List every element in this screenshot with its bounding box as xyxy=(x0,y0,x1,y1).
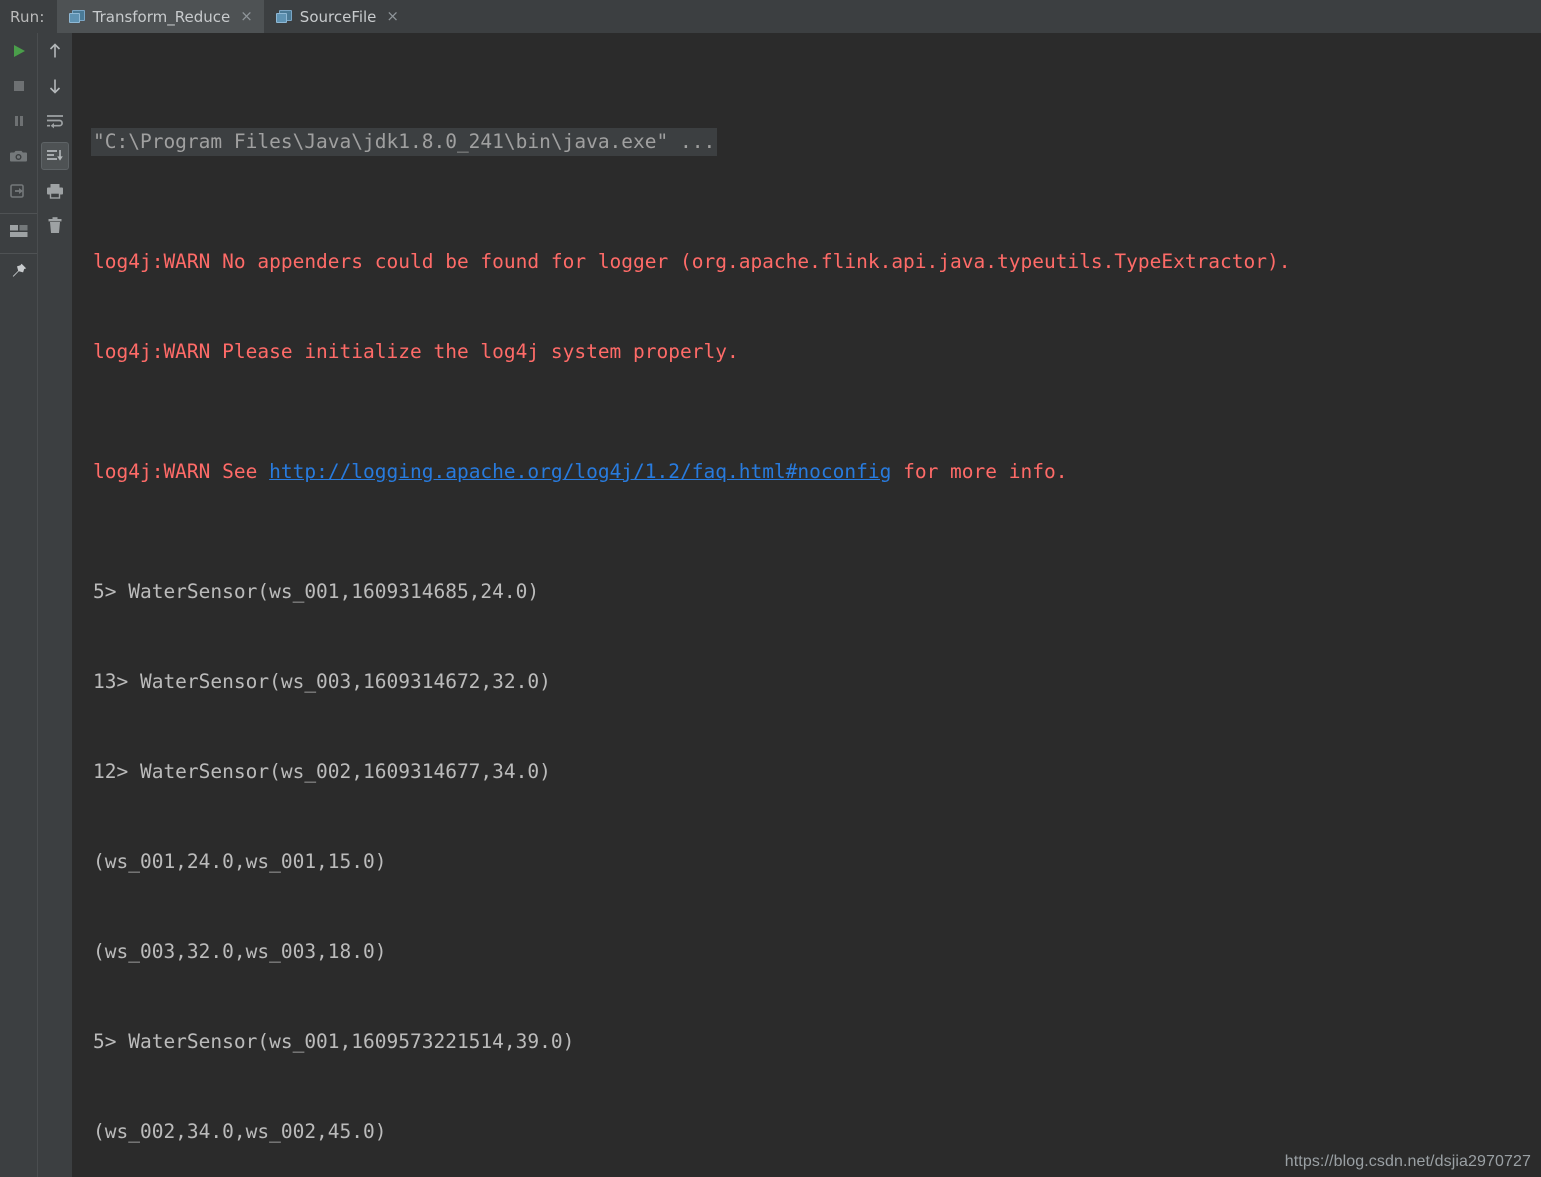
pin-tab-button[interactable] xyxy=(0,253,37,288)
close-icon[interactable]: × xyxy=(386,9,399,24)
run-tool-window-tabbar: Run: Transform_Reduce × SourceFile × xyxy=(0,0,1541,33)
console-line-output: (ws_002,34.0,ws_002,45.0) xyxy=(93,1120,387,1143)
watermark: https://blog.csdn.net/dsjia2970727 xyxy=(1284,1153,1531,1170)
printer-icon xyxy=(41,177,69,205)
scroll-to-end-button[interactable] xyxy=(38,138,72,173)
stop-icon xyxy=(5,72,33,100)
tab-label: SourceFile xyxy=(299,7,377,26)
arrow-down-icon xyxy=(41,72,69,100)
log4j-faq-link[interactable]: http://logging.apache.org/log4j/1.2/faq.… xyxy=(269,460,891,483)
clear-all-button[interactable] xyxy=(38,208,72,243)
layout-settings-button[interactable] xyxy=(0,213,37,248)
scroll-to-end-icon xyxy=(41,141,69,170)
console-actions-toolbar-right xyxy=(37,33,72,1177)
run-configuration-icon xyxy=(275,9,292,24)
up-the-stack-trace-button[interactable] xyxy=(38,33,72,68)
arrow-up-icon xyxy=(41,37,69,65)
dump-threads-button[interactable] xyxy=(0,138,37,173)
warning-prefix: log4j:WARN See xyxy=(93,460,270,483)
soft-wrap-icon xyxy=(41,107,69,135)
layout-icon xyxy=(5,217,33,245)
warning-suffix: for more info. xyxy=(891,460,1068,483)
console-line-output: 13> WaterSensor(ws_003,1609314672,32.0) xyxy=(93,670,551,693)
console-line-output: 12> WaterSensor(ws_002,1609314677,34.0) xyxy=(93,760,551,783)
stop-button[interactable] xyxy=(0,68,37,103)
tab-sourcefile[interactable]: SourceFile × xyxy=(264,0,410,33)
pause-button[interactable] xyxy=(0,103,37,138)
camera-icon xyxy=(5,142,33,170)
console-line-output: (ws_001,24.0,ws_001,15.0) xyxy=(93,850,387,873)
console-line-output: (ws_003,32.0,ws_003,18.0) xyxy=(93,940,387,963)
console-line-warning: log4j:WARN Please initialize the log4j s… xyxy=(93,340,739,363)
console-line-warning-with-link: log4j:WARN See http://logging.apache.org… xyxy=(73,457,1541,487)
tab-label: Transform_Reduce xyxy=(92,7,231,26)
run-configuration-icon xyxy=(68,9,85,24)
console-line-command: "C:\Program Files\Java\jdk1.8.0_241\bin\… xyxy=(73,127,1541,157)
run-actions-toolbar-left xyxy=(0,33,37,1177)
play-icon xyxy=(5,37,33,65)
tab-transform-reduce[interactable]: Transform_Reduce × xyxy=(56,0,264,33)
rerun-button[interactable] xyxy=(0,33,37,68)
print-button[interactable] xyxy=(38,173,72,208)
login-arrow-icon xyxy=(5,177,33,205)
run-tool-window-label: Run: xyxy=(10,7,45,26)
console-line-output: 5> WaterSensor(ws_001,1609314685,24.0) xyxy=(93,580,540,603)
close-icon[interactable]: × xyxy=(240,9,253,24)
soft-wrap-button[interactable] xyxy=(38,103,72,138)
attach-console-button[interactable] xyxy=(0,173,37,208)
console-line-warning: log4j:WARN No appenders could be found f… xyxy=(93,250,1291,273)
console-output-area[interactable]: "C:\Program Files\Java\jdk1.8.0_241\bin\… xyxy=(72,33,1541,1177)
down-the-stack-trace-button[interactable] xyxy=(38,68,72,103)
console-line-output: 5> WaterSensor(ws_001,1609573221514,39.0… xyxy=(93,1030,575,1053)
pin-icon xyxy=(5,257,33,285)
trash-icon xyxy=(41,212,69,240)
console-lines: "C:\Program Files\Java\jdk1.8.0_241\bin\… xyxy=(73,37,1541,1177)
pause-icon xyxy=(5,107,33,135)
